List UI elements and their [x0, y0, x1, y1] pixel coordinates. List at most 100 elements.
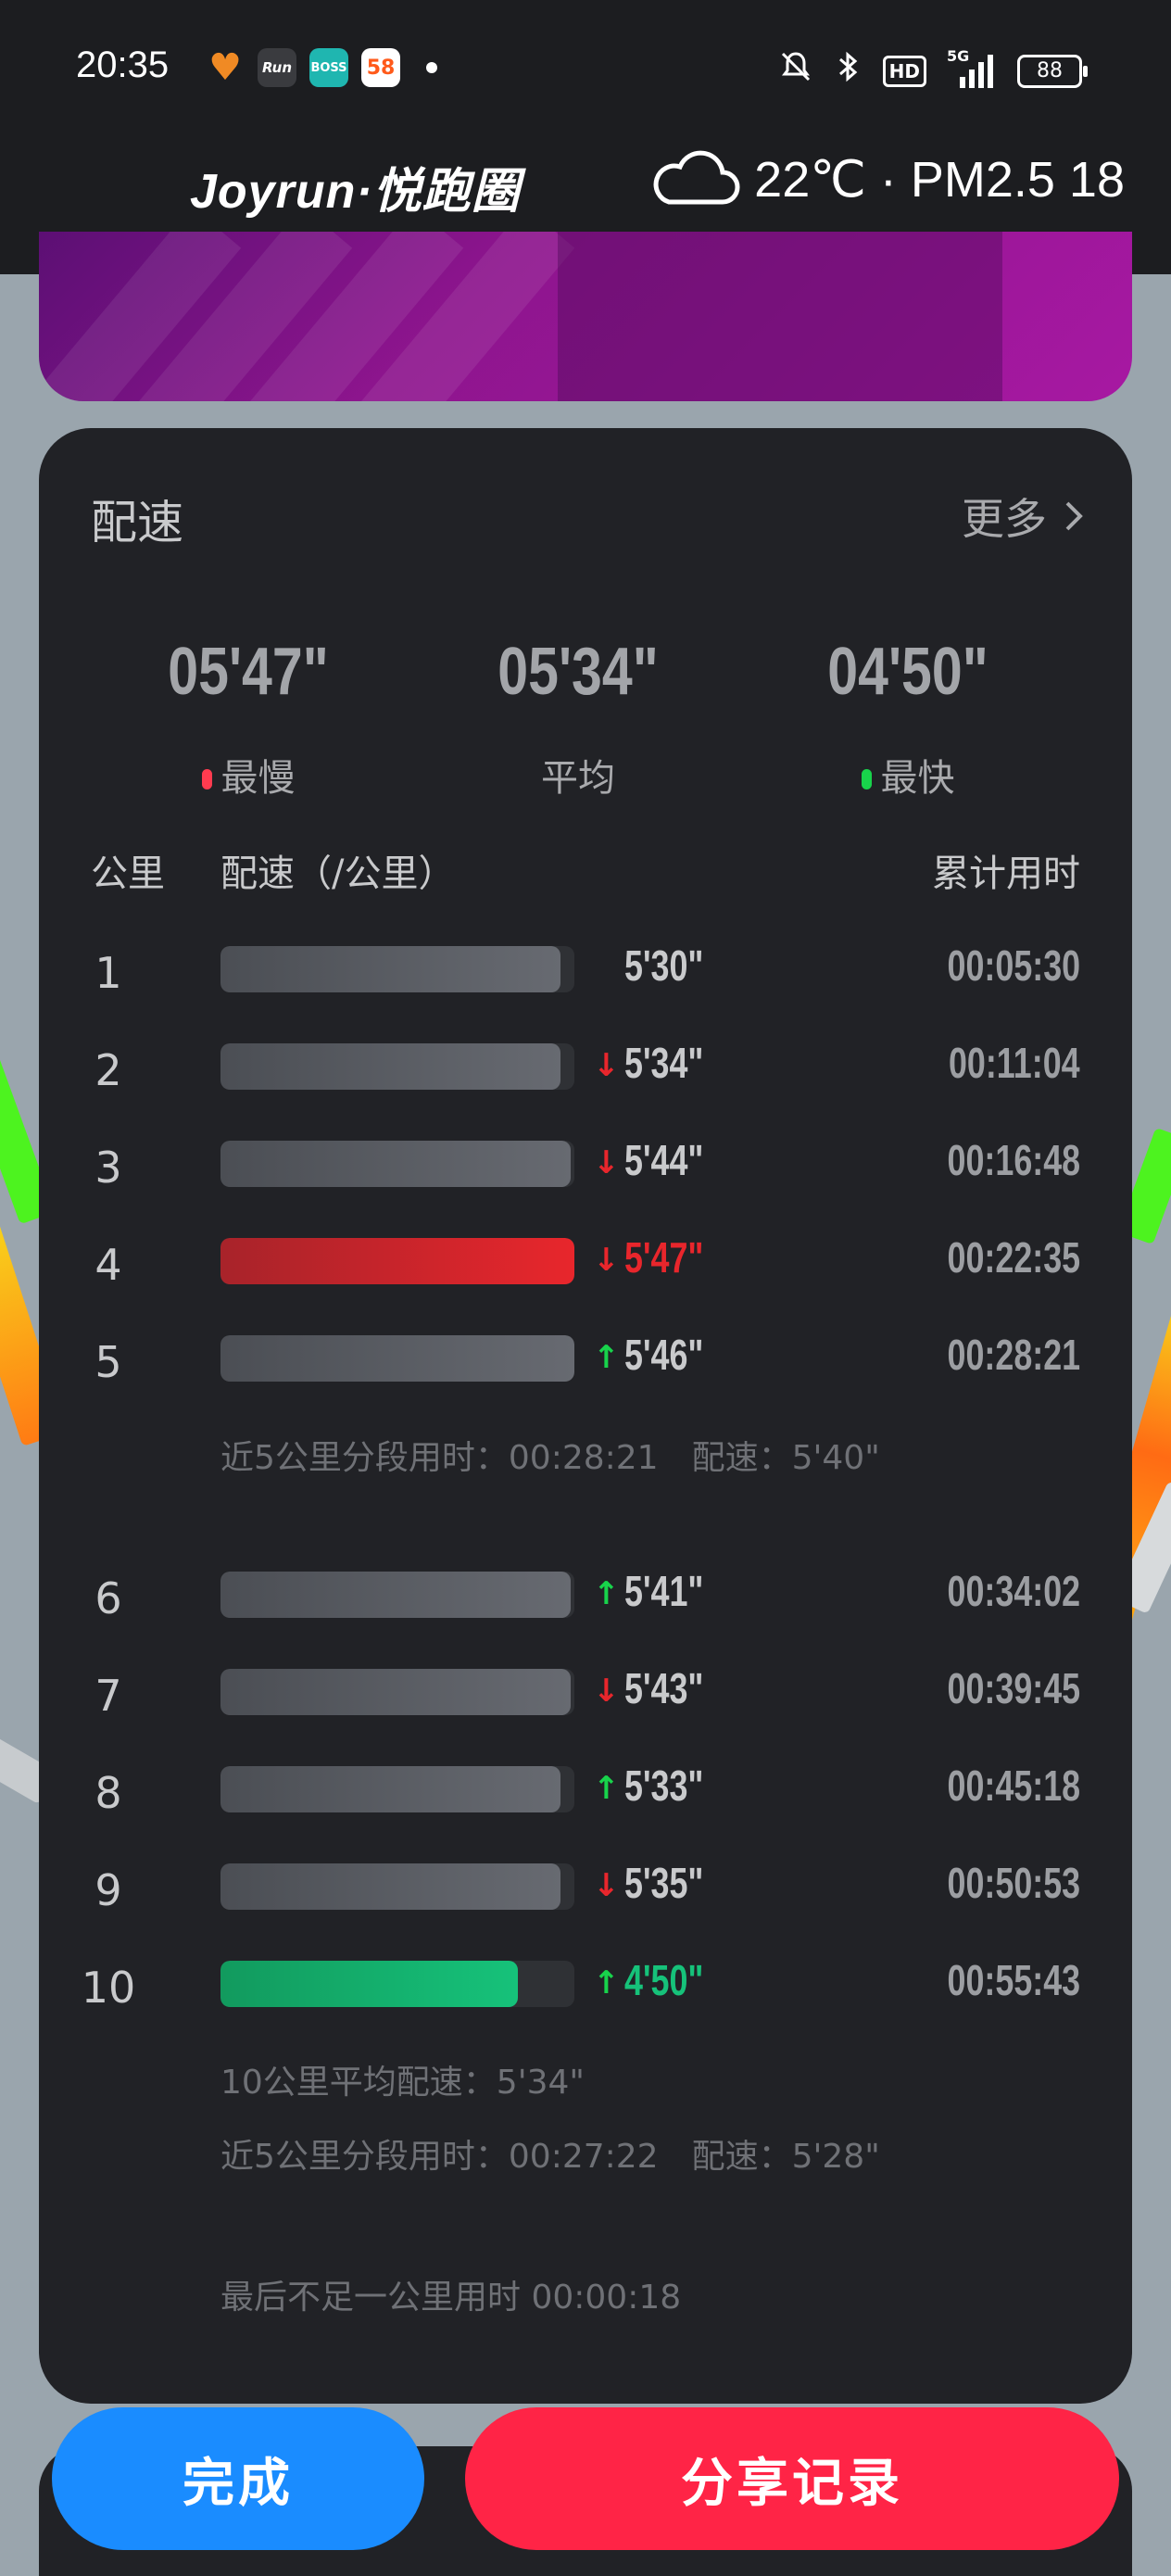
pace-bar-fill — [220, 1043, 560, 1090]
average-note-10km: 10公里平均配速：5'34" — [220, 2064, 585, 2102]
arrow-down-icon: ↓ — [593, 1144, 620, 1181]
more-button[interactable]: 更多 — [962, 486, 1084, 547]
pace-column-header: 配速（/公里） — [220, 852, 456, 895]
split-km: 9 — [94, 1865, 122, 1915]
split-row: 8 ↑ 5'33" 00:45:18 — [39, 1753, 1132, 1827]
pace-bar-track — [220, 1863, 574, 1910]
split-km: 8 — [94, 1768, 122, 1818]
split-row: 7 ↓ 5'43" 00:39:45 — [39, 1656, 1132, 1730]
split-cumulative-time: 00:28:21 — [947, 1331, 1080, 1379]
system-icons: HD 5G 88 — [777, 47, 1088, 94]
pace-bar-track — [220, 1141, 574, 1187]
bluetooth-icon — [835, 48, 863, 94]
pace-bar-fill — [220, 1766, 560, 1812]
run-banner-image — [39, 232, 1132, 401]
split-cumulative-time: 00:16:48 — [947, 1136, 1080, 1184]
split-km: 5 — [94, 1337, 122, 1387]
split-cumulative-time: 00:50:53 — [947, 1859, 1080, 1907]
split-pace: 5'47" — [624, 1233, 704, 1282]
split-cumulative-time: 00:05:30 — [947, 941, 1080, 990]
split-row: 2 ↓ 5'34" 00:11:04 — [39, 1030, 1132, 1105]
split-cumulative-time: 00:34:02 — [947, 1567, 1080, 1615]
pace-bar-track — [220, 1961, 574, 2007]
split-km: 3 — [94, 1143, 122, 1193]
average-pace-label: 平均 — [541, 757, 615, 800]
notification-apps: ♥ Run BOSS 58 — [206, 46, 437, 89]
pace-bar-track — [220, 1669, 574, 1715]
split-km: 2 — [94, 1045, 122, 1095]
pace-bar-fill — [220, 1572, 572, 1618]
split-row: 1 5'30" 00:05:30 — [39, 933, 1132, 1007]
split-pace: 5'34" — [624, 1039, 704, 1087]
share-record-button[interactable]: 分享记录 — [465, 2407, 1119, 2550]
split-row: 9 ↓ 5'35" 00:50:53 — [39, 1850, 1132, 1925]
split-km: 7 — [94, 1671, 122, 1721]
split-pace: 4'50" — [624, 1956, 704, 2004]
pace-bar-track — [220, 1766, 574, 1812]
split-row: 3 ↓ 5'44" 00:16:48 — [39, 1128, 1132, 1202]
58-app-icon: 58 — [361, 48, 400, 87]
split-cumulative-time: 00:45:18 — [947, 1762, 1080, 1810]
split-pace: 5'30" — [624, 941, 704, 990]
average-pace-value: 05'34" — [497, 635, 659, 709]
battery-indicator: 88 — [1017, 54, 1088, 88]
mute-icon — [777, 48, 814, 94]
split-km: 10 — [81, 1963, 136, 2013]
arrow-up-icon: ↑ — [593, 1339, 620, 1376]
cloud-icon — [653, 150, 740, 205]
split-note-10km: 近5公里分段用时：00:27:22 配速：5'28" — [220, 2138, 880, 2176]
split-note-5km: 近5公里分段用时：00:28:21 配速：5'40" — [220, 1439, 880, 1477]
fastest-pace-value: 04'50" — [827, 635, 988, 709]
arrow-down-icon: ↓ — [593, 1673, 620, 1710]
pace-bar-fill — [220, 1961, 518, 2007]
split-cumulative-time: 00:11:04 — [949, 1039, 1080, 1087]
pace-bar-track — [220, 1335, 574, 1382]
pace-card: 配速 更多 05'47" 05'34" 04'50" 最慢 平均 最快 公里 配… — [39, 428, 1132, 2404]
split-pace: 5'44" — [624, 1136, 704, 1184]
app-logo: Joyrun·悦跑圈 — [190, 165, 521, 219]
done-button[interactable]: 完成 — [52, 2407, 424, 2550]
slowest-pace-label: 最慢 — [109, 748, 387, 802]
pace-bar-track — [220, 1572, 574, 1618]
status-bar: 20:35 ♥ Run BOSS 58 HD 5G 88 — [0, 0, 1171, 139]
signal-icon: 5G — [947, 47, 997, 90]
split-pace: 5'33" — [624, 1762, 704, 1810]
pace-bar-fill — [220, 946, 560, 992]
split-pace: 5'35" — [624, 1859, 704, 1907]
boss-app-icon: BOSS — [309, 48, 348, 87]
heart-app-icon: ♥ — [208, 46, 242, 89]
hd-icon: HD — [882, 55, 926, 87]
split-km: 4 — [94, 1240, 122, 1290]
pace-bar-track — [220, 1043, 574, 1090]
arrow-down-icon: ↓ — [593, 1047, 620, 1084]
pace-bar-fill — [220, 1863, 560, 1910]
chevron-right-icon — [1065, 501, 1083, 531]
split-km: 6 — [94, 1573, 122, 1623]
red-dot-icon — [201, 769, 212, 789]
more-notifications-icon — [426, 62, 437, 73]
split-km: 1 — [94, 948, 122, 998]
green-dot-icon — [861, 769, 872, 789]
pace-bar-fill — [220, 1669, 572, 1715]
arrow-up-icon: ↑ — [593, 1964, 620, 2001]
arrow-up-icon: ↑ — [593, 1770, 620, 1807]
pace-bar-fill — [220, 1238, 574, 1284]
pace-bar-fill — [220, 1141, 572, 1187]
split-pace: 5'41" — [624, 1567, 704, 1615]
split-cumulative-time: 00:39:45 — [947, 1664, 1080, 1712]
cumulative-column-header: 累计用时 — [932, 852, 1080, 895]
clock: 20:35 — [76, 44, 170, 85]
card-title: 配速 — [91, 496, 183, 549]
pace-bar-fill — [220, 1335, 574, 1382]
remainder-note: 最后不足一公里用时 00:00:18 — [220, 2279, 682, 2317]
fastest-pace-label: 最快 — [769, 748, 1047, 802]
weather-text: 22℃ · PM2.5 18 — [754, 151, 1125, 208]
slowest-pace-value: 05'47" — [168, 635, 329, 709]
split-row: 4 ↓ 5'47" 00:22:35 — [39, 1225, 1132, 1299]
arrow-down-icon: ↓ — [593, 1867, 620, 1904]
weather-info: 22℃ · PM2.5 18 — [648, 146, 1125, 211]
more-label: 更多 — [962, 494, 1047, 544]
split-pace: 5'43" — [624, 1664, 704, 1712]
split-row: 10 ↑ 4'50" 00:55:43 — [39, 1948, 1132, 2022]
arrow-up-icon: ↑ — [593, 1575, 620, 1612]
